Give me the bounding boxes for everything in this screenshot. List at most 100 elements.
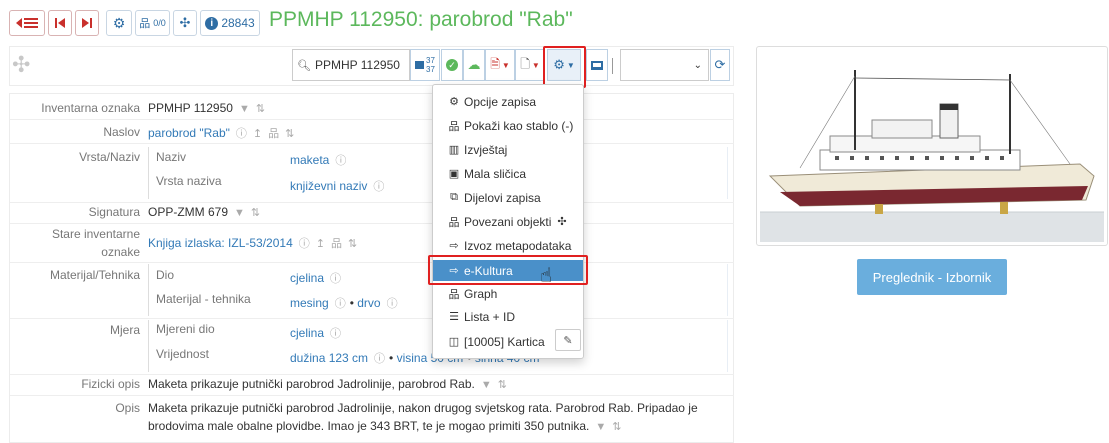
record-id-button[interactable]: i 28843 xyxy=(200,10,260,36)
subfield-value-materijal-tehnika: mesing ⓘ • drvo ⓘ xyxy=(290,295,398,311)
counter-stack: 37 37 xyxy=(426,56,435,74)
inventarna-value: PPMHP 112950 xyxy=(148,101,233,115)
options-dropdown-menu: ⚙ Opcije zapisa 品 Pokaži kao stablo (-) ▥ I… xyxy=(432,84,584,359)
row-divider xyxy=(10,143,734,144)
settings-button[interactable]: ⚙ xyxy=(106,10,132,36)
subfield-label-vrsta-naziva: Vrsta naziva xyxy=(156,174,222,188)
info-icon[interactable]: ⓘ xyxy=(335,152,346,168)
refresh-button[interactable]: ⟳ xyxy=(710,49,730,81)
mjereni-dio-link[interactable]: cjelina xyxy=(290,326,324,340)
sort-icon[interactable]: ⇅ xyxy=(256,102,265,115)
dio-link[interactable]: cjelina xyxy=(290,271,324,285)
info-icon[interactable]: ⓘ xyxy=(373,178,384,194)
menu-item-dijelovi-zapisa[interactable]: ⧉ Dijelovi zapisa xyxy=(433,187,583,208)
info-icon: i xyxy=(205,16,219,30)
options-dropdown-button[interactable]: ⚙ ▼ xyxy=(547,49,581,81)
naziv-link[interactable]: maketa xyxy=(290,153,329,167)
menu-item-izvjestaj[interactable]: ▥ Izvještaj xyxy=(433,139,583,160)
filter-icon[interactable]: ▼ xyxy=(595,421,606,433)
ship-model-image xyxy=(760,50,1104,242)
sitemap-icon[interactable]: 品 xyxy=(268,125,279,141)
naslov-link[interactable]: parobrod "Rab" xyxy=(148,126,230,140)
sort-icon[interactable]: ⇅ xyxy=(348,237,357,250)
cloud-download-button[interactable]: ☁ xyxy=(463,49,485,81)
stare-link[interactable]: Knjiga izlaska: IZL-53/2014 xyxy=(148,236,293,250)
check-circle-icon: ✓ xyxy=(446,59,458,71)
cogs-icon: ⚙ xyxy=(553,57,565,72)
sort-icon[interactable]: ⇅ xyxy=(612,420,621,433)
subfield-value-naziv: maketa ⓘ xyxy=(290,152,346,168)
view-select[interactable]: ⌄ xyxy=(620,49,709,81)
menu-item-label: Izvještaj xyxy=(464,142,508,157)
back-list-button[interactable] xyxy=(9,10,45,36)
desktop-icon xyxy=(591,60,603,70)
menu-item-lista-id[interactable]: ☰ Lista + ID xyxy=(433,306,583,327)
vrsta-naziva-link[interactable]: književni naziv xyxy=(290,179,367,193)
cogs-icon: ⚙ xyxy=(112,14,126,31)
sort-icon[interactable]: ⇅ xyxy=(251,206,260,219)
menu-item-izvoz-metapodataka[interactable]: ⇨ Izvoz metapodataka xyxy=(433,235,583,256)
level-up-icon[interactable]: ↥ xyxy=(253,127,262,140)
puzzle-icon: ✣ xyxy=(557,216,567,228)
row-divider xyxy=(10,223,734,224)
menu-item-label: Izvoz metapodataka xyxy=(464,238,572,253)
fizicki-opis-value: Maketa prikazuje putnički parobrod Jadro… xyxy=(148,377,475,391)
puzzle-button[interactable]: ✣ xyxy=(173,10,197,36)
edit-kartica-button[interactable]: ✎ xyxy=(555,329,581,351)
last-record-button[interactable] xyxy=(75,10,99,36)
info-icon[interactable]: ⓘ xyxy=(330,325,341,341)
opis-line2: brodovima male obalne plovidbe. Imao je … xyxy=(148,419,590,433)
sort-icon[interactable]: ⇅ xyxy=(498,378,507,391)
duzina-link[interactable]: dužina 123 cm xyxy=(290,351,368,365)
filter-icon[interactable]: ▼ xyxy=(234,207,245,219)
record-search-input[interactable]: 🔍︎ PPMHP 112950 xyxy=(292,49,410,81)
bullet-sep: • xyxy=(349,296,354,310)
info-icon[interactable]: ⓘ xyxy=(387,295,398,311)
record-search-value: PPMHP 112950 xyxy=(314,58,400,72)
field-value-fizicki-opis: Maketa prikazuje putnički parobrod Jadro… xyxy=(148,377,507,391)
menu-item-mala-slicica[interactable]: ▣ Mala sličica xyxy=(433,163,583,184)
menu-item-opcije-zapisa[interactable]: ⚙ Opcije zapisa xyxy=(433,91,583,112)
menu-item-label: Lista + ID xyxy=(464,309,516,324)
mesing-link[interactable]: mesing xyxy=(290,296,329,310)
row-divider xyxy=(10,119,734,120)
row-divider xyxy=(10,395,734,396)
menu-item-e-kultura[interactable]: ⇨ e-Kultura xyxy=(433,260,583,281)
field-label-stare-line1: Stare inventarne xyxy=(51,227,140,241)
signatura-value: OPP-ZMM 679 xyxy=(148,205,229,219)
menu-item-label: Povezani objekti xyxy=(464,214,552,229)
display-button[interactable] xyxy=(586,49,608,81)
step-forward-icon xyxy=(82,18,92,28)
filter-icon[interactable]: ▼ xyxy=(239,103,250,115)
info-icon[interactable]: ⓘ xyxy=(299,235,310,251)
menu-item-graph[interactable]: 品 Graph xyxy=(433,283,583,304)
info-icon[interactable]: ⓘ xyxy=(374,350,385,366)
field-value-stare: Knjiga izlaska: IZL-53/2014 ⓘ ↥ 品 ⇅ xyxy=(148,235,357,251)
field-label-opis: Opis xyxy=(115,401,140,415)
hand-cursor-icon: ☝ xyxy=(540,265,553,287)
field-label-inventarna: Inventarna oznaka xyxy=(41,101,140,115)
sort-icon[interactable]: ⇅ xyxy=(285,127,294,140)
field-label-stare-line2: oznake xyxy=(101,245,140,259)
viewer-menu-button[interactable]: Preglednik - Izbornik xyxy=(857,259,1007,295)
file-dropdown-button[interactable]: 🗋 ▼ xyxy=(515,49,545,81)
first-record-button[interactable] xyxy=(48,10,72,36)
sitemap-icon[interactable]: 品 xyxy=(331,235,342,251)
copy-icon: ⧉ xyxy=(450,191,458,203)
row-divider xyxy=(10,262,734,263)
sitemap-icon: 品 xyxy=(448,288,460,301)
hierarchy-button[interactable]: 品 0/0 xyxy=(135,10,170,36)
record-count: 28843 xyxy=(221,16,255,30)
level-up-icon[interactable]: ↥ xyxy=(316,237,325,250)
counter-top: 37 xyxy=(426,56,435,65)
info-icon[interactable]: ⓘ xyxy=(335,295,346,311)
info-icon[interactable]: ⓘ xyxy=(330,270,341,286)
info-icon[interactable]: ⓘ xyxy=(236,125,247,141)
menu-item-pokazi-stablo[interactable]: 品 Pokaži kao stablo (-) xyxy=(433,115,583,136)
approve-button[interactable]: ✓ xyxy=(441,49,463,81)
filter-icon[interactable]: ▼ xyxy=(481,379,492,391)
archive-counter-button[interactable]: 37 37 xyxy=(410,49,440,81)
menu-item-povezani-objekti[interactable]: 品 Povezani objekti ✣ xyxy=(433,211,583,232)
pdf-dropdown-button[interactable]: 🗎 ▼ xyxy=(485,49,515,81)
drvo-link[interactable]: drvo xyxy=(357,296,380,310)
